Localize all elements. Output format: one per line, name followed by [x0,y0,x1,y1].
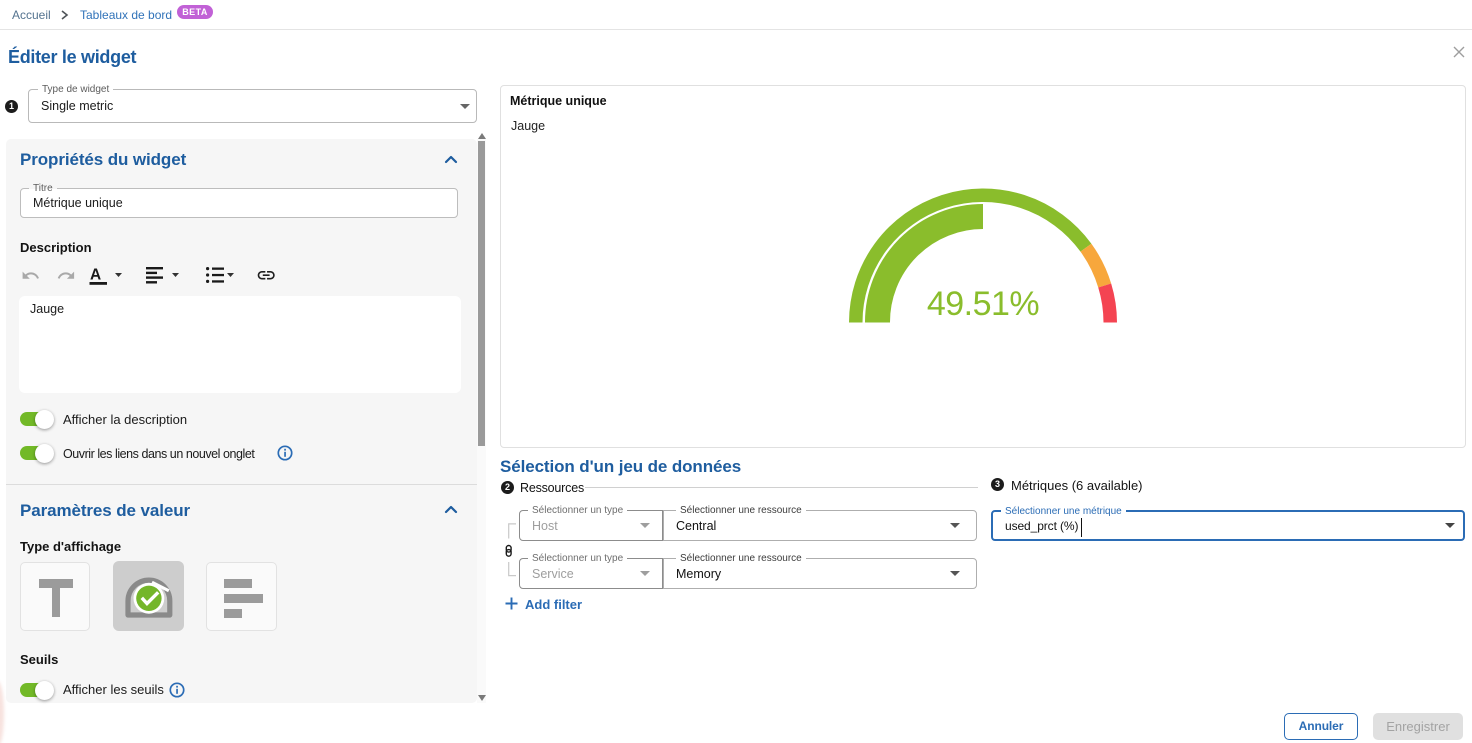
svg-text:A: A [90,267,101,284]
